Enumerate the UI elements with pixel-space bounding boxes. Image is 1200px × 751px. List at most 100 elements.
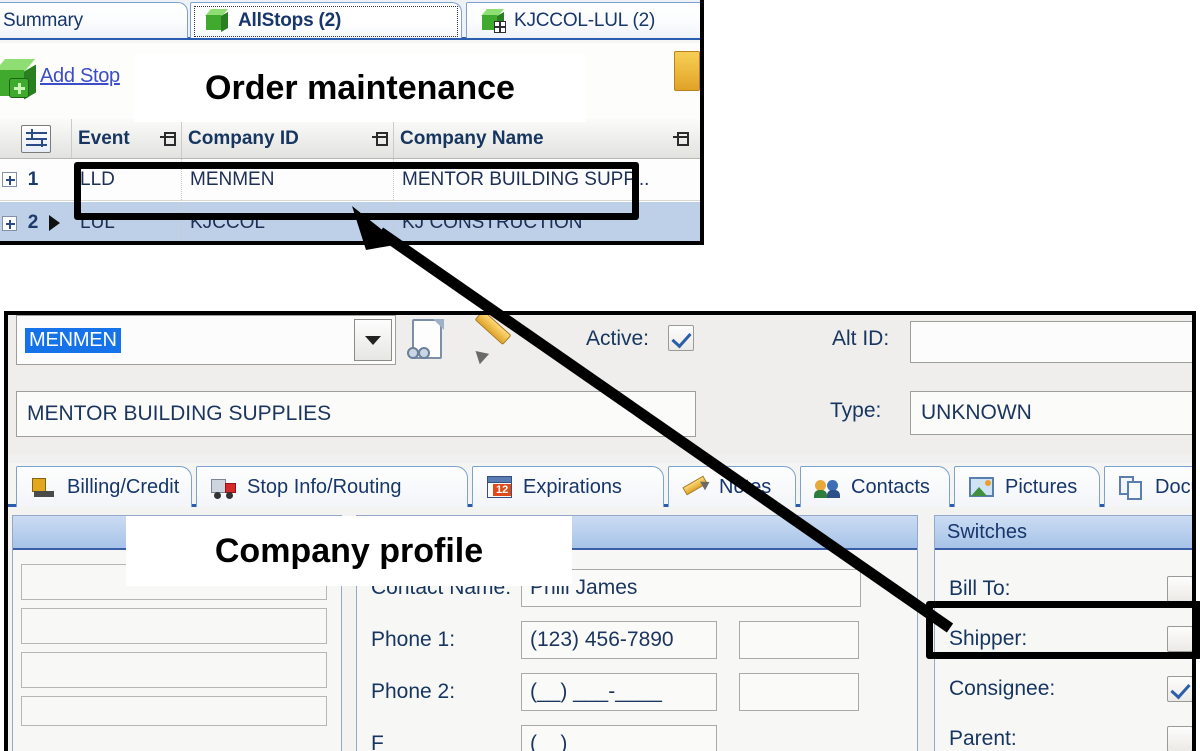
column-header-company-name[interactable]: Company Name — [394, 119, 694, 158]
cell-company-id[interactable]: MENMEN — [182, 159, 394, 200]
tab-kjccol-lul[interactable]: KJCCOL-LUL (2) — [466, 2, 700, 38]
type-field[interactable]: UNKNOWN — [910, 391, 1192, 435]
phone-2-ext-input[interactable] — [739, 673, 859, 711]
expand-row-icon[interactable] — [2, 172, 17, 187]
company-id-value: MENMEN — [25, 327, 121, 353]
column-header-event[interactable]: Event — [72, 119, 182, 158]
switches-title: Switches — [947, 520, 1028, 543]
fax-input[interactable]: (__) — [521, 725, 717, 751]
company-profile-tab-strip: Billing/Credit Stop Info/Routing 12 Expi… — [8, 463, 1192, 507]
switch-consignee-checkbox[interactable] — [1167, 676, 1192, 702]
pin-icon[interactable] — [372, 131, 388, 146]
table-row[interactable]: 2 LUL KJCCOL KJ CONSTRUCTION — [0, 202, 700, 241]
tab-stop-info-routing-label: Stop Info/Routing — [247, 475, 402, 498]
company-id-combo[interactable]: MENMEN — [16, 315, 396, 365]
phone-1-ext-input[interactable] — [739, 621, 859, 659]
tab-contacts[interactable]: Contacts — [800, 466, 950, 507]
yellow-folder-icon[interactable] — [674, 51, 700, 91]
address-line-3[interactable] — [21, 652, 327, 688]
phone-2-input[interactable]: (__) ___-____ — [521, 673, 717, 711]
phone-1-input[interactable]: (123) 456-7890 — [521, 621, 717, 659]
column-chooser-icon[interactable] — [20, 124, 51, 153]
phone-1-label: Phone 1: — [371, 628, 456, 651]
fax-label: F — [371, 732, 384, 751]
tab-documents-label: Docu — [1155, 475, 1192, 498]
fax-row: F (__) — [371, 724, 717, 751]
expand-row-icon[interactable] — [2, 215, 17, 231]
cube-detail-badge — [494, 20, 506, 33]
switch-consignee[interactable]: Consignee: — [949, 664, 1192, 714]
plus-badge-icon — [9, 78, 29, 98]
row-indicator: 2 — [0, 202, 72, 241]
tab-pictures[interactable]: Pictures — [954, 466, 1100, 507]
tab-notes[interactable]: Notes — [668, 466, 796, 507]
switches-panel: Switches Bill To: Shipper: Consignee: Pa… — [934, 515, 1192, 751]
order-tab-strip: Summary AllStops (2) KJCCOL-LUL (2) — [0, 0, 700, 40]
grid-corner-cell — [0, 119, 72, 158]
cell-event[interactable]: LLD — [72, 159, 182, 200]
tab-expirations-label: Expirations — [523, 475, 622, 498]
alt-id-label: Alt ID: — [832, 327, 890, 350]
annotation-order-maintenance: Order maintenance — [134, 54, 586, 122]
cell-company-id[interactable]: KJCCOL — [182, 202, 394, 241]
documents-icon — [1118, 474, 1146, 500]
pencil-edit-icon[interactable] — [470, 315, 516, 365]
row-indicator: 1 — [0, 159, 72, 200]
switch-bill-to-label: Bill To: — [949, 577, 1011, 600]
column-header-company-id[interactable]: Company ID — [182, 119, 394, 158]
company-lookup-icon[interactable] — [406, 317, 452, 363]
tab-pictures-label: Pictures — [1005, 475, 1078, 498]
stops-grid: Event Company ID Company Name 1 LLD MENM… — [0, 119, 700, 241]
truck-icon — [210, 474, 238, 500]
chevron-down-icon[interactable] — [354, 319, 392, 361]
company-name-field[interactable]: MENTOR BUILDING SUPPLIES — [16, 391, 696, 437]
alt-id-field[interactable] — [910, 321, 1192, 363]
tab-notes-label: Notes — [719, 475, 772, 498]
address-line-2[interactable] — [21, 608, 327, 644]
switch-bill-to-checkbox[interactable] — [1167, 576, 1192, 602]
cell-event[interactable]: LUL — [72, 202, 182, 241]
annotation-company-profile: Company profile — [126, 516, 572, 586]
tab-billing-credit-label: Billing/Credit — [67, 475, 180, 498]
forklift-icon — [30, 474, 58, 500]
green-cube-plus-icon[interactable] — [0, 57, 42, 103]
cell-company-name[interactable]: MENTOR BUILDING SUPP... — [394, 159, 694, 200]
switch-bill-to[interactable]: Bill To: — [949, 564, 1192, 614]
active-checkbox[interactable] — [668, 325, 694, 351]
tab-allstops[interactable]: AllStops (2) — [190, 2, 462, 38]
screenshot-root: Summary AllStops (2) KJCCOL-LUL (2) Add … — [0, 0, 1200, 751]
contact-name-input[interactable]: Phill James — [521, 569, 861, 607]
pin-icon[interactable] — [673, 131, 689, 146]
tab-documents[interactable]: Docu — [1104, 466, 1192, 507]
company-profile-header: MENMEN Active: Alt ID: MENTOR BUILDING S… — [8, 315, 1192, 455]
current-row-arrow-icon — [49, 215, 60, 231]
contacts-icon — [814, 474, 842, 500]
switch-shipper[interactable]: Shipper: — [949, 614, 1192, 664]
pencil-icon — [682, 474, 712, 500]
row-number: 2 — [27, 212, 39, 233]
switch-shipper-checkbox[interactable] — [1167, 626, 1192, 652]
tab-stop-info-routing[interactable]: Stop Info/Routing — [196, 466, 468, 507]
tab-kjccol-lul-label: KJCCOL-LUL (2) — [514, 9, 656, 31]
switch-parent-checkbox[interactable] — [1167, 726, 1192, 751]
tab-expirations[interactable]: 12 Expirations — [472, 466, 664, 507]
add-stop-link[interactable]: Add Stop — [40, 65, 120, 88]
tab-allstops-label: AllStops (2) — [238, 9, 342, 31]
cell-company-name[interactable]: KJ CONSTRUCTION — [394, 202, 694, 241]
pin-icon[interactable] — [160, 131, 176, 146]
type-label: Type: — [830, 399, 882, 422]
column-header-company-name-label: Company Name — [400, 127, 544, 149]
switches-panel-header: Switches — [935, 516, 1192, 550]
address-line-4[interactable] — [21, 696, 327, 726]
switch-shipper-label: Shipper: — [949, 627, 1028, 650]
tab-summary[interactable]: Summary — [0, 2, 188, 38]
picture-icon — [968, 474, 996, 500]
stops-grid-header: Event Company ID Company Name — [0, 119, 700, 159]
switch-parent[interactable]: Parent: — [949, 714, 1192, 751]
tab-billing-credit[interactable]: Billing/Credit — [16, 466, 192, 507]
green-cube-icon — [205, 8, 231, 34]
switch-consignee-label: Consignee: — [949, 677, 1056, 700]
tab-contacts-label: Contacts — [851, 475, 930, 498]
active-label: Active: — [586, 327, 650, 350]
table-row[interactable]: 1 LLD MENMEN MENTOR BUILDING SUPP... — [0, 159, 700, 201]
